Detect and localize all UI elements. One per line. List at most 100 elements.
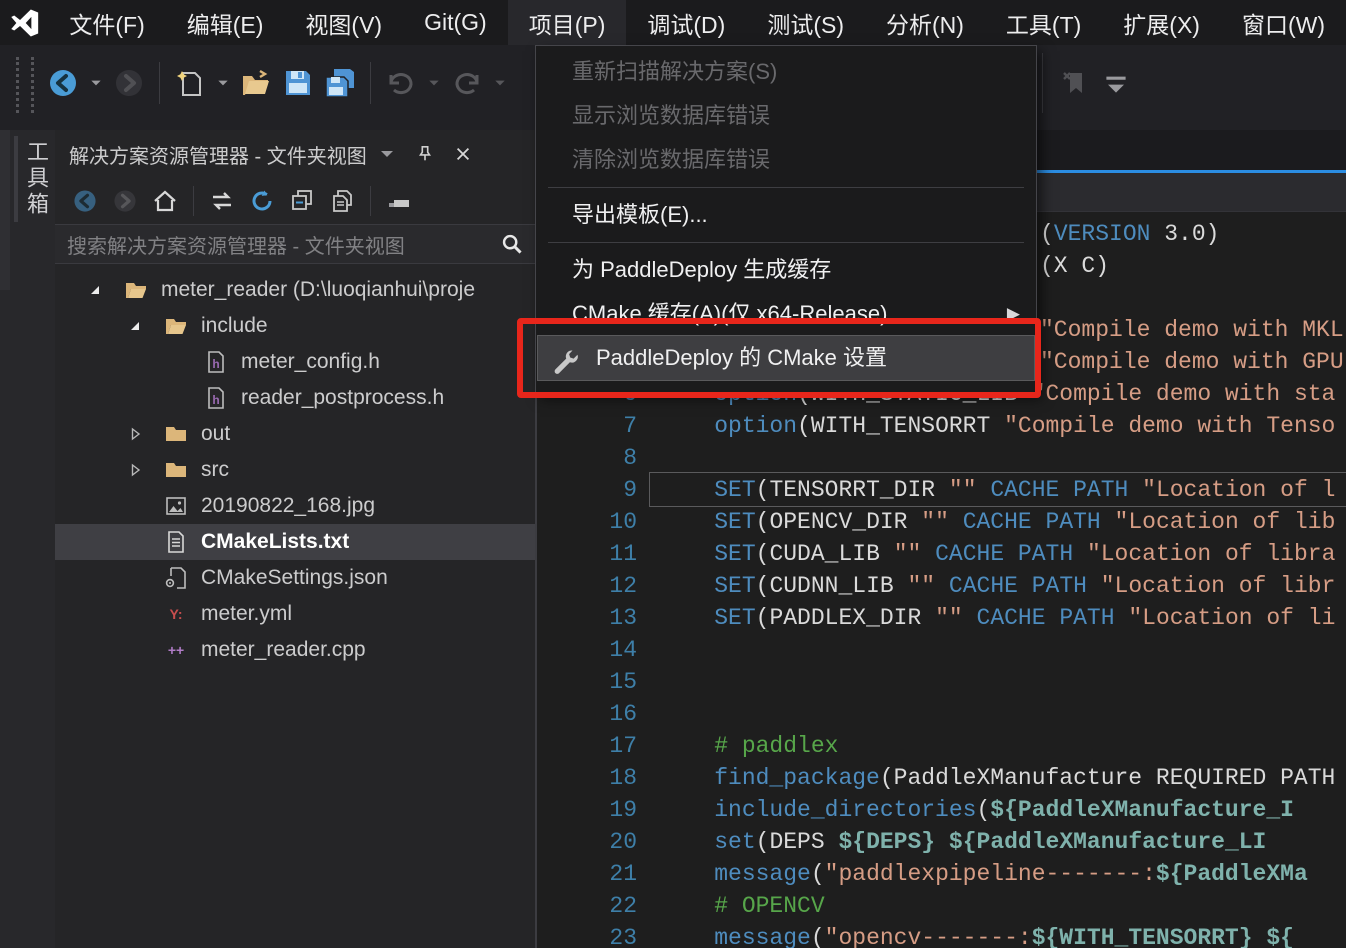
save-icon[interactable] <box>280 65 316 101</box>
yaml-file-icon: Y: <box>163 601 189 627</box>
code-line[interactable]: 21 message("paddlexpipeline-------:${Pad… <box>537 858 1346 890</box>
tree-item-label: meter_reader.cpp <box>201 638 366 662</box>
code-line[interactable]: 15 <box>537 666 1346 698</box>
pin-icon[interactable] <box>415 144 435 164</box>
toolbox-tab[interactable]: 工具箱 <box>14 136 54 222</box>
menubar-item-git[interactable]: Git(G) <box>403 0 508 45</box>
menubar-item-tools[interactable]: 工具(T) <box>985 0 1102 45</box>
menubar-item-test[interactable]: 测试(S) <box>746 0 865 45</box>
tree-item[interactable]: meter_reader (D:\luoqianhui\proje <box>55 272 535 308</box>
code-line[interactable]: 22 # OPENCV <box>537 890 1346 922</box>
undo-icon[interactable] <box>383 65 419 101</box>
code-token: ${WITH_TENSORRT} <box>1032 925 1253 948</box>
dropdown-chevron-icon[interactable] <box>377 144 397 164</box>
header-file-icon: h <box>203 385 229 411</box>
tree-item[interactable]: hmeter_config.h <box>55 344 535 380</box>
menubar-item-view[interactable]: 视图(V) <box>284 0 403 45</box>
dropdown-chevron-icon[interactable] <box>425 65 443 101</box>
tree-item-label: meter_reader (D:\luoqianhui\proje <box>161 278 475 302</box>
menu-item-generate-cache-paddledeploy[interactable]: 为 PaddleDeploy 生成缓存 <box>536 248 1036 292</box>
tree-item[interactable]: Y:meter.yml <box>55 596 535 632</box>
solution-explorer-titlebar[interactable]: 解决方案资源管理器 - 文件夹视图 <box>55 130 535 178</box>
code-line[interactable]: 7 option(WITH_TENSORRT "Compile demo wit… <box>537 410 1346 442</box>
code-line-text: # OPENCV <box>637 890 825 922</box>
code-line-text <box>637 666 659 698</box>
tree-item[interactable]: include <box>55 308 535 344</box>
sync-icon[interactable] <box>207 186 237 216</box>
code-line[interactable]: 11 SET(CUDA_LIB "" CACHE PATH "Location … <box>537 538 1346 570</box>
code-line-text <box>637 634 659 666</box>
refresh-icon[interactable] <box>247 186 277 216</box>
menubar-item-extensions[interactable]: 扩展(X) <box>1102 0 1221 45</box>
code-line[interactable]: 18 find_package(PaddleXManufacture REQUI… <box>537 762 1346 794</box>
menu-item-show-browse-db-errors[interactable]: 显示浏览数据库错误 <box>536 94 1036 138</box>
solution-explorer-search[interactable]: 搜索解决方案资源管理器 - 文件夹视图 <box>55 224 535 264</box>
nav-forward-icon[interactable] <box>110 186 140 216</box>
code-line[interactable]: 23 message("opencv-------:${WITH_TENSORR… <box>537 922 1346 948</box>
dock-edge <box>0 130 10 290</box>
tree-item[interactable]: hreader_postprocess.h <box>55 380 535 416</box>
code-line[interactable]: 14 <box>537 634 1346 666</box>
home-icon[interactable] <box>150 186 180 216</box>
nav-back-icon[interactable] <box>70 186 100 216</box>
tree-expanded-icon[interactable] <box>82 277 108 303</box>
save-all-icon[interactable] <box>322 65 358 101</box>
tree-item[interactable]: src <box>55 452 535 488</box>
nav-forward-icon[interactable] <box>111 65 147 101</box>
code-partial-line: (X C) <box>1040 250 1109 282</box>
panel-bar-icon[interactable] <box>384 186 414 216</box>
code-line[interactable]: 12 SET(CUDNN_LIB "" CACHE PATH "Location… <box>537 570 1346 602</box>
dropdown-chevron-icon[interactable] <box>491 65 509 101</box>
tree-item[interactable]: out <box>55 416 535 452</box>
menu-item-rescan-solution[interactable]: 重新扫描解决方案(S) <box>536 50 1036 94</box>
code-line[interactable]: 17 # paddlex <box>537 730 1346 762</box>
dropdown-chevron-icon[interactable] <box>214 65 232 101</box>
bookmark-x-icon[interactable] <box>1056 65 1092 101</box>
json-file-icon <box>163 565 189 591</box>
dropdown-chevron-icon[interactable] <box>87 65 105 101</box>
menubar-item-analyze[interactable]: 分析(N) <box>865 0 985 45</box>
menu-separator <box>548 187 1024 188</box>
toolbar-grip-handle[interactable] <box>16 57 34 113</box>
toolbar-overflow-icon[interactable] <box>1098 65 1134 101</box>
tree-collapsed-icon[interactable] <box>122 457 148 483</box>
menubar-item-file[interactable]: 文件(F) <box>48 0 165 45</box>
code-line[interactable]: 19 include_directories(${PaddleXManufact… <box>537 794 1346 826</box>
line-number: 9 <box>537 474 637 506</box>
collapse-all-icon[interactable] <box>287 186 317 216</box>
new-file-icon[interactable] <box>172 65 208 101</box>
tree-item-label: CMakeSettings.json <box>201 566 388 590</box>
code-line-text: message("paddlexpipeline-------:${Paddle… <box>637 858 1308 890</box>
redo-icon[interactable] <box>449 65 485 101</box>
nav-back-icon[interactable] <box>45 65 81 101</box>
folder-closed-icon <box>163 457 189 483</box>
search-icon[interactable] <box>501 233 523 255</box>
tree-item[interactable]: 20190822_168.jpg <box>55 488 535 524</box>
tree-collapsed-icon[interactable] <box>122 421 148 447</box>
code-token: "opencv-------: <box>825 925 1032 948</box>
show-all-files-icon[interactable] <box>327 186 357 216</box>
menu-item-clear-browse-db-errors[interactable]: 清除浏览数据库错误 <box>536 138 1036 182</box>
open-folder-icon[interactable] <box>238 65 274 101</box>
code-line-text <box>637 698 659 730</box>
menubar-item-edit[interactable]: 编辑(E) <box>166 0 285 45</box>
tree-item[interactable]: ++ meter_reader.cpp <box>55 632 535 668</box>
code-token <box>659 765 714 791</box>
menu-item-export-template[interactable]: 导出模板(E)... <box>536 193 1036 237</box>
menubar-item-window[interactable]: 窗口(W) <box>1221 0 1346 45</box>
tree-item[interactable]: CMakeLists.txt <box>55 524 535 560</box>
code-line[interactable]: 10 SET(OPENCV_DIR "" CACHE PATH "Locatio… <box>537 506 1346 538</box>
code-token: SET <box>714 573 755 599</box>
tree-arrow-spacer <box>122 529 148 555</box>
tree-expanded-icon[interactable] <box>122 313 148 339</box>
tree-item[interactable]: CMakeSettings.json <box>55 560 535 596</box>
svg-text:h: h <box>212 357 219 371</box>
code-line[interactable]: 13 SET(PADDLEX_DIR "" CACHE PATH "Locati… <box>537 602 1346 634</box>
code-line[interactable]: 16 <box>537 698 1346 730</box>
code-line[interactable]: 20 set(DEPS ${DEPS} ${PaddleXManufacture… <box>537 826 1346 858</box>
cpp-file-icon: ++ <box>163 637 189 663</box>
code-line[interactable]: 8 <box>537 442 1346 474</box>
menubar-item-project[interactable]: 项目(P) <box>508 0 627 45</box>
close-icon[interactable] <box>453 144 473 164</box>
menubar-item-debug[interactable]: 调试(D) <box>626 0 746 45</box>
